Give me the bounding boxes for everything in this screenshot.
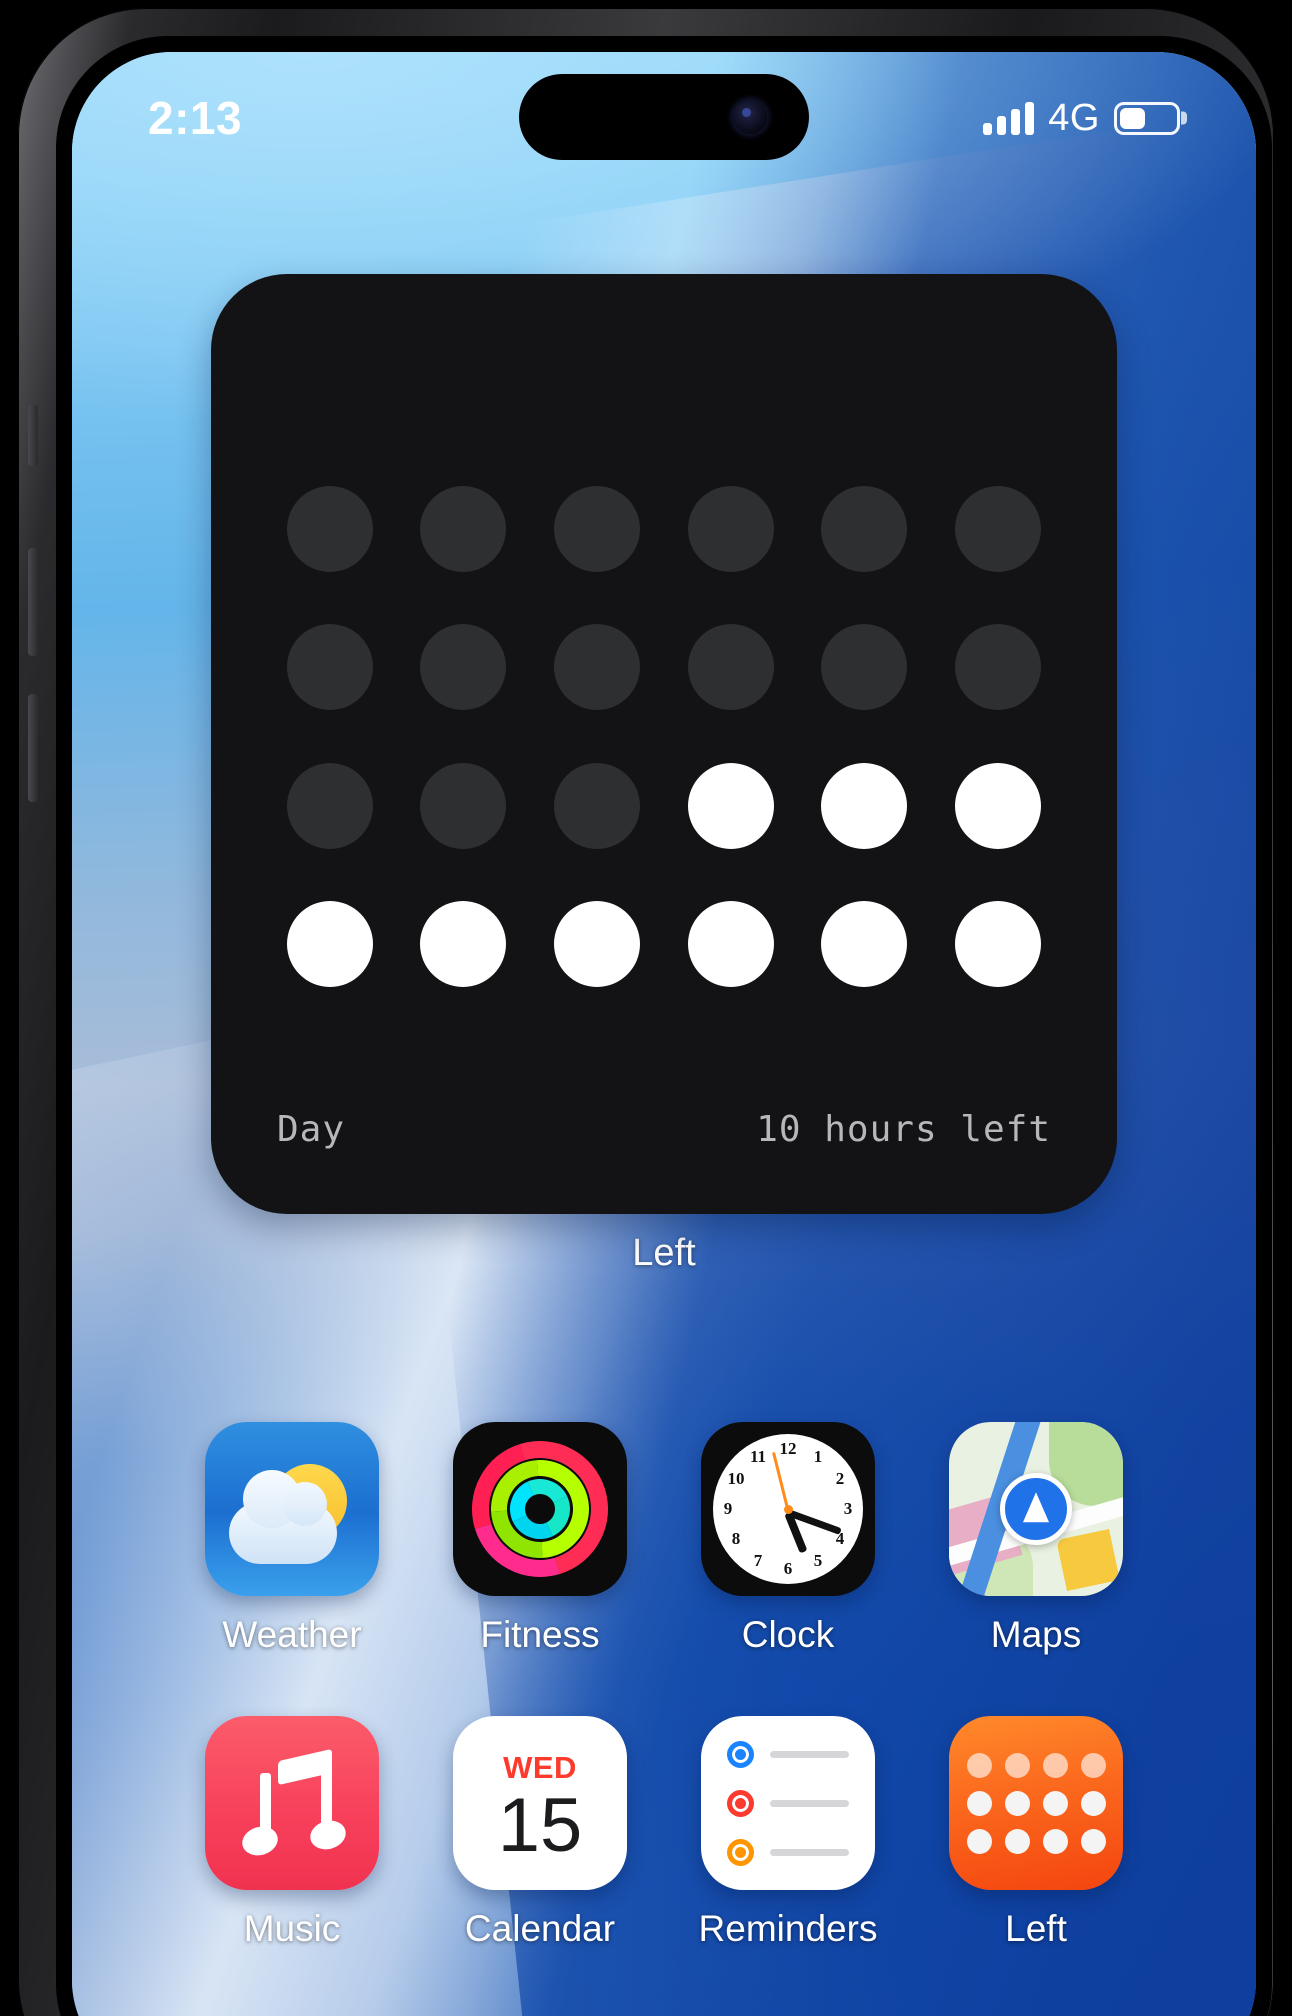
widget-area: Day 10 hours left Left: [72, 274, 1256, 1275]
clock-numeral: 4: [835, 1529, 845, 1548]
widget-dot-r4-c5: [821, 900, 908, 987]
left-icon-dot: [1080, 1828, 1106, 1854]
widget-dot-r2-c6: [955, 624, 1042, 711]
widget-dot-r3-c2: [420, 762, 507, 849]
app-calendar[interactable]: WED 15 Calendar: [416, 1716, 664, 1950]
left-app-icon[interactable]: [949, 1716, 1123, 1890]
widget-dot-r3-c3: [554, 762, 641, 849]
day-progress-widget[interactable]: Day 10 hours left: [211, 274, 1117, 1214]
app-reminders[interactable]: Reminders: [664, 1716, 912, 1950]
app-label: Clock: [741, 1614, 835, 1655]
widget-dot-r3-c6: [955, 762, 1042, 849]
calendar-day-of-week: WED: [503, 1749, 577, 1785]
app-label: Maps: [990, 1614, 1082, 1655]
battery-icon: [1114, 101, 1180, 135]
widget-dot-r2-c1: [286, 624, 373, 711]
left-icon-dot: [966, 1790, 992, 1816]
widget-label: Left: [632, 1232, 696, 1274]
clock-numeral: 7: [753, 1550, 763, 1570]
widget-dot-r4-c6: [955, 900, 1042, 987]
app-weather[interactable]: Weather: [168, 1422, 416, 1656]
mute-switch[interactable]: [28, 404, 38, 466]
left-icon-dot: [1080, 1752, 1106, 1778]
app-label: Reminders: [698, 1908, 878, 1949]
phone-frame: 2:13 4G Day 10 hours left Left Weather F…: [18, 8, 1274, 2016]
left-icon-dot: [966, 1828, 992, 1854]
widget-dot-r1-c5: [821, 486, 908, 573]
widget-footer: Day 10 hours left: [263, 1109, 1065, 1214]
clock-icon[interactable]: 12 1 2 3 4 5 6 7 8 9 10 11: [701, 1422, 875, 1596]
app-grid: Weather Fitness 12 1 2 3 4 5 6 7 8 9 10 …: [72, 1422, 1256, 1950]
widget-dot-r1-c6: [955, 486, 1042, 573]
music-icon[interactable]: [205, 1716, 379, 1890]
widget-footer-left: Day: [277, 1109, 346, 1150]
widget-footer-right: 10 hours left: [756, 1109, 1051, 1150]
clock-numeral: 2: [835, 1469, 845, 1488]
widget-dot-r2-c3: [554, 624, 641, 711]
app-label: Weather: [222, 1614, 362, 1655]
app-music[interactable]: Music: [168, 1716, 416, 1950]
clock-numeral: 9: [723, 1499, 733, 1518]
left-icon-dot: [966, 1752, 992, 1778]
maps-icon[interactable]: [949, 1422, 1123, 1596]
weather-icon[interactable]: [205, 1422, 379, 1596]
volume-up-button[interactable]: [28, 548, 38, 656]
left-icon-dot: [1042, 1752, 1068, 1778]
clock-numeral: 11: [749, 1447, 767, 1467]
widget-dot-r4-c1: [286, 900, 373, 987]
widget-dot-r1-c1: [286, 486, 373, 573]
widget-dot-r2-c4: [687, 624, 774, 711]
widget-dot-r4-c4: [687, 900, 774, 987]
clock-numeral: 3: [843, 1499, 853, 1518]
phone-screen: 2:13 4G Day 10 hours left Left Weather F…: [72, 52, 1256, 2016]
widget-dot-r4-c3: [554, 900, 641, 987]
app-label: Fitness: [480, 1614, 600, 1655]
screenshot-root: 2:13 4G Day 10 hours left Left Weather F…: [0, 0, 1292, 2016]
left-icon-dot: [1004, 1790, 1030, 1816]
app-maps[interactable]: Maps: [912, 1422, 1160, 1656]
network-type-label: 4G: [1048, 96, 1100, 139]
widget-dot-grid: [263, 274, 1065, 1109]
app-left[interactable]: Left: [912, 1716, 1160, 1950]
status-bar: 2:13 4G: [72, 78, 1256, 158]
cellular-bars-icon: [983, 101, 1035, 135]
left-icon-dot: [1080, 1790, 1106, 1816]
reminders-icon[interactable]: [701, 1716, 875, 1890]
widget-dot-r4-c2: [420, 900, 507, 987]
calendar-icon[interactable]: WED 15: [453, 1716, 627, 1890]
clock-numeral: 5: [813, 1550, 823, 1570]
clock-numeral: 8: [731, 1529, 741, 1548]
clock-numeral: 6: [783, 1559, 793, 1578]
widget-dot-r2-c5: [821, 624, 908, 711]
widget-dot-r1-c4: [687, 486, 774, 573]
status-bar-indicators: 4G: [983, 97, 1180, 140]
app-label: Music: [243, 1908, 341, 1949]
widget-dot-r1-c2: [420, 486, 507, 573]
fitness-icon[interactable]: [453, 1422, 627, 1596]
widget-dot-r3-c4: [687, 762, 774, 849]
left-icon-dot: [1042, 1790, 1068, 1816]
left-icon-dot: [1042, 1828, 1068, 1854]
widget-dot-r1-c3: [554, 486, 641, 573]
app-label: Left: [1005, 1908, 1067, 1949]
widget-dot-r3-c5: [821, 762, 908, 849]
clock-numeral: 12: [779, 1439, 797, 1458]
widget-dot-r2-c2: [420, 624, 507, 711]
left-icon-dot: [1004, 1752, 1030, 1778]
app-clock[interactable]: 12 1 2 3 4 5 6 7 8 9 10 11 Clock: [664, 1422, 912, 1656]
app-fitness[interactable]: Fitness: [416, 1422, 664, 1656]
clock-numeral: 10: [727, 1469, 745, 1488]
volume-down-button[interactable]: [28, 694, 38, 802]
app-label: Calendar: [464, 1908, 616, 1949]
widget-dot-r3-c1: [286, 762, 373, 849]
clock-numeral: 1: [813, 1447, 823, 1467]
calendar-day-number: 15: [497, 1782, 583, 1868]
left-icon-dot: [1004, 1828, 1030, 1854]
status-bar-time: 2:13: [148, 92, 243, 144]
